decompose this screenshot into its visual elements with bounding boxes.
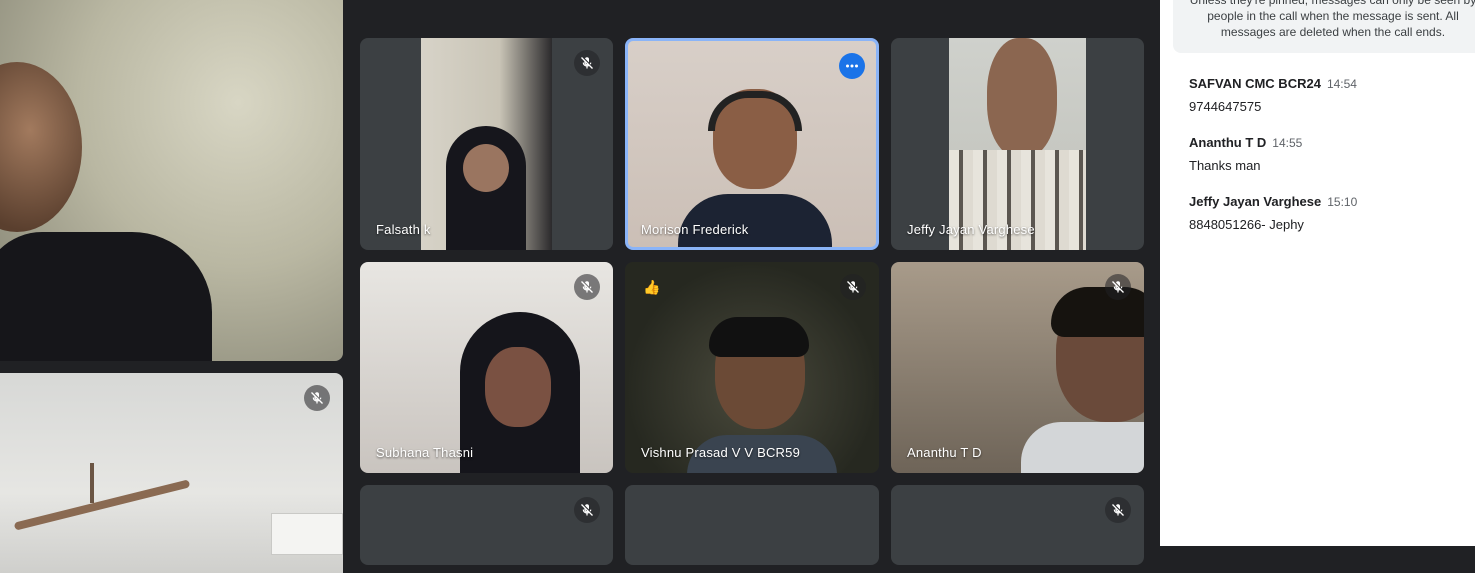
message-sender: Ananthu T D — [1189, 135, 1267, 150]
notice-line: Unless they're pinned, messages can only… — [1189, 0, 1475, 7]
participant-name: Jeffy Jayan Varghese — [907, 222, 1035, 237]
participant-tile[interactable]: 👍 Vishnu Prasad V V BCR59 — [625, 262, 879, 473]
participant-name: Subhana Thasni — [376, 445, 474, 460]
mic-off-icon — [304, 385, 330, 411]
participant-name: Ananthu T D — [907, 445, 982, 460]
video-feed — [1021, 287, 1144, 473]
participant-name: Morison Frederick — [641, 222, 749, 237]
second-video-feed[interactable] — [0, 373, 343, 573]
more-options-button[interactable] — [839, 53, 865, 79]
mic-off-icon — [574, 274, 600, 300]
pinned-video-feed[interactable] — [0, 0, 343, 361]
message-text: Thanks man — [1189, 158, 1261, 173]
notice-line: messages are deleted when the call ends. — [1220, 25, 1446, 39]
more-horiz-icon — [846, 64, 858, 68]
mic-off-icon — [1105, 274, 1131, 300]
message-time: 14:55 — [1272, 136, 1303, 150]
mic-off-icon — [1105, 497, 1131, 523]
participant-tile-active-speaker[interactable]: Morison Frederick — [625, 38, 879, 250]
air-conditioner — [271, 513, 343, 555]
chat-message: SAFVAN CMC BCR24 14:54 9744647575 — [1189, 75, 1357, 114]
reaction-thumbs-up: 👍 — [643, 279, 661, 295]
mic-off-icon — [574, 50, 600, 76]
person-silhouette — [0, 62, 82, 232]
mic-off-icon — [574, 497, 600, 523]
participant-tile[interactable] — [360, 485, 613, 565]
chat-panel: Unless they're pinned, messages can only… — [1160, 0, 1475, 546]
ceiling-fan — [0, 463, 192, 531]
notice-line: people in the call when the message is s… — [1207, 9, 1459, 23]
chat-message: Jeffy Jayan Varghese 15:10 8848051266- Je… — [1189, 193, 1357, 232]
participant-tile[interactable] — [625, 485, 879, 565]
participant-tile[interactable] — [891, 485, 1144, 565]
chat-message: Ananthu T D 14:55 Thanks man — [1189, 134, 1302, 173]
message-sender: SAFVAN CMC BCR24 — [1189, 76, 1321, 91]
message-time: 14:54 — [1326, 77, 1357, 91]
video-feed — [421, 38, 552, 250]
participant-tile[interactable]: Ananthu T D — [891, 262, 1144, 473]
message-sender: Jeffy Jayan Varghese — [1189, 194, 1322, 209]
message-text: 8848051266- Jephy — [1189, 217, 1304, 232]
message-text: 9744647575 — [1189, 99, 1262, 114]
video-feed — [949, 38, 1086, 250]
participant-tile[interactable]: Falsath k — [360, 38, 613, 250]
participant-name: Vishnu Prasad V V BCR59 — [641, 445, 801, 460]
chat-notice: Unless they're pinned, messages can only… — [1173, 0, 1475, 53]
participant-tile[interactable]: Jeffy Jayan Varghese — [891, 38, 1144, 250]
message-time: 15:10 — [1327, 195, 1358, 209]
mic-off-icon — [840, 274, 866, 300]
shirt-silhouette — [0, 232, 212, 361]
participant-name: Falsath k — [376, 222, 431, 237]
participant-tile[interactable]: Subhana Thasni — [360, 262, 613, 473]
